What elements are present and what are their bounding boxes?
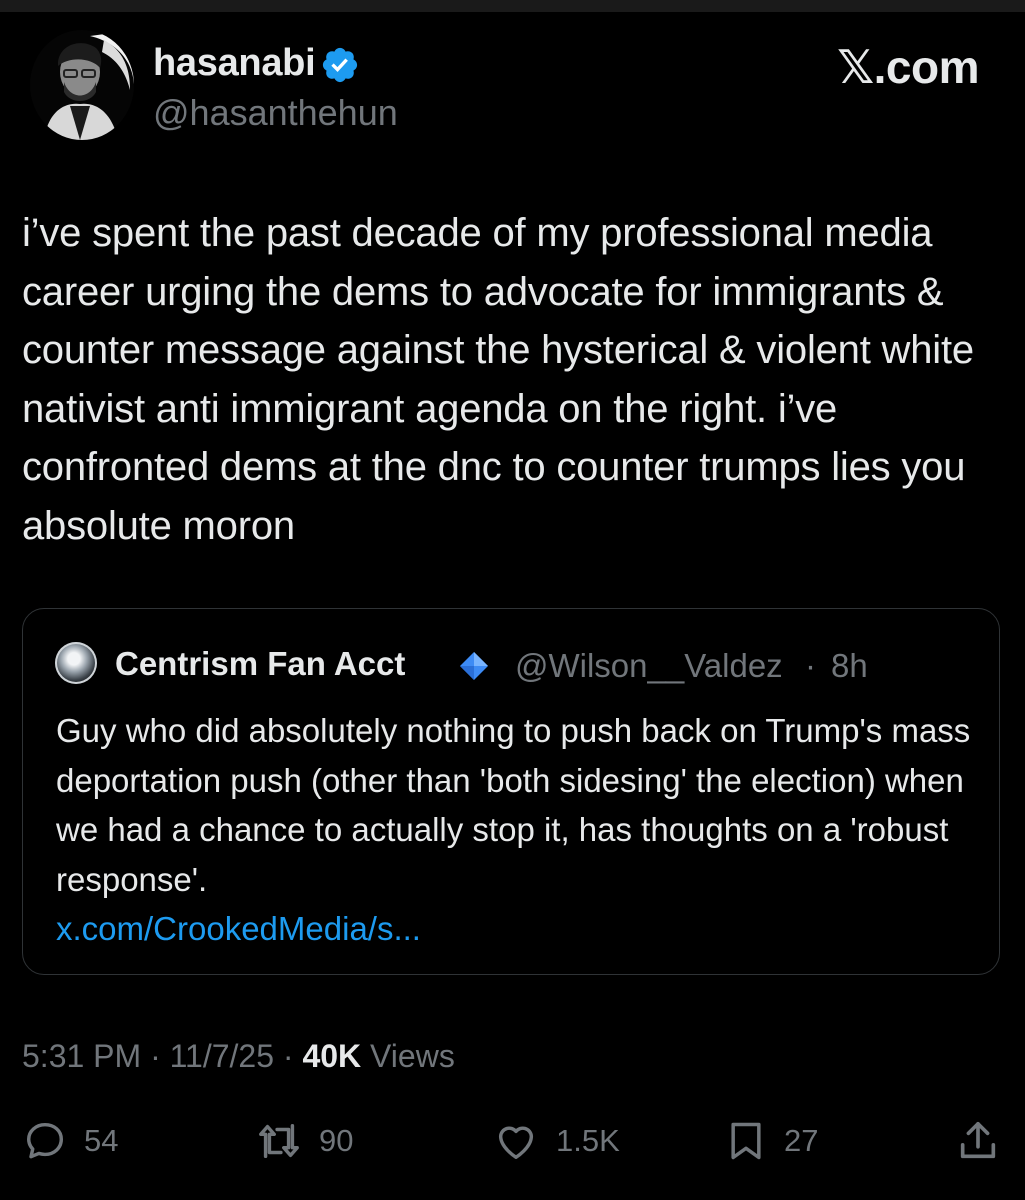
reply-button[interactable]: 54 [22, 1114, 118, 1168]
quoted-author-avatar[interactable] [55, 642, 97, 684]
share-button[interactable] [955, 1114, 1001, 1168]
quoted-author-handle[interactable]: @Wilson__Valdez [515, 647, 783, 685]
bookmark-button[interactable]: 27 [724, 1114, 818, 1168]
views-count: 40K [302, 1038, 362, 1074]
avatar-photo-icon [30, 30, 134, 140]
verified-badge-icon [322, 47, 358, 83]
x-com-watermark: 𝕏.com [837, 41, 979, 93]
repost-count: 90 [319, 1123, 354, 1158]
like-button[interactable]: 1.5K [492, 1114, 620, 1168]
bookmark-icon [731, 1122, 761, 1160]
like-count: 1.5K [556, 1123, 620, 1158]
quoted-post-text-block: Guy who did absolutely nothing to push b… [56, 706, 986, 954]
quoted-post-link[interactable]: x.com/CrookedMedia/s... [56, 904, 986, 954]
repost-arrows-icon [259, 1123, 299, 1159]
post-time[interactable]: 5:31 PM [22, 1038, 141, 1074]
separator-dot: · [150, 1038, 170, 1074]
top-edge-bar [0, 0, 1025, 12]
reply-count: 54 [84, 1123, 119, 1158]
action-bar: 54 90 1.5K 27 [0, 1114, 1025, 1168]
post-meta: 5:31 PM · 11/7/25 · 40K Views [22, 1038, 455, 1075]
share-upload-icon [960, 1121, 996, 1159]
separator-dot: · [282, 1038, 303, 1074]
heart-icon [498, 1126, 534, 1160]
post-text: i’ve spent the past decade of my profess… [22, 211, 974, 548]
author-name[interactable]: hasanabi [153, 42, 316, 85]
bookmark-count: 27 [784, 1123, 819, 1158]
author-avatar[interactable] [30, 30, 134, 140]
separator-dot: · [805, 647, 816, 684]
repost-button[interactable]: 90 [255, 1114, 353, 1168]
quoted-author-name[interactable]: Centrism Fan Acct [115, 645, 405, 683]
post-date[interactable]: 11/7/25 [170, 1038, 274, 1074]
blue-diamond-icon [460, 652, 488, 680]
speech-bubble-icon [26, 1122, 64, 1159]
views-label: Views [370, 1038, 455, 1074]
quoted-post-text: Guy who did absolutely nothing to push b… [56, 712, 971, 898]
author-handle[interactable]: @hasanthehun [153, 92, 398, 134]
quoted-post-card[interactable]: Centrism Fan Acct @Wilson__Valdez · 8h G… [22, 608, 1000, 975]
quoted-post-time[interactable]: 8h [831, 647, 868, 685]
